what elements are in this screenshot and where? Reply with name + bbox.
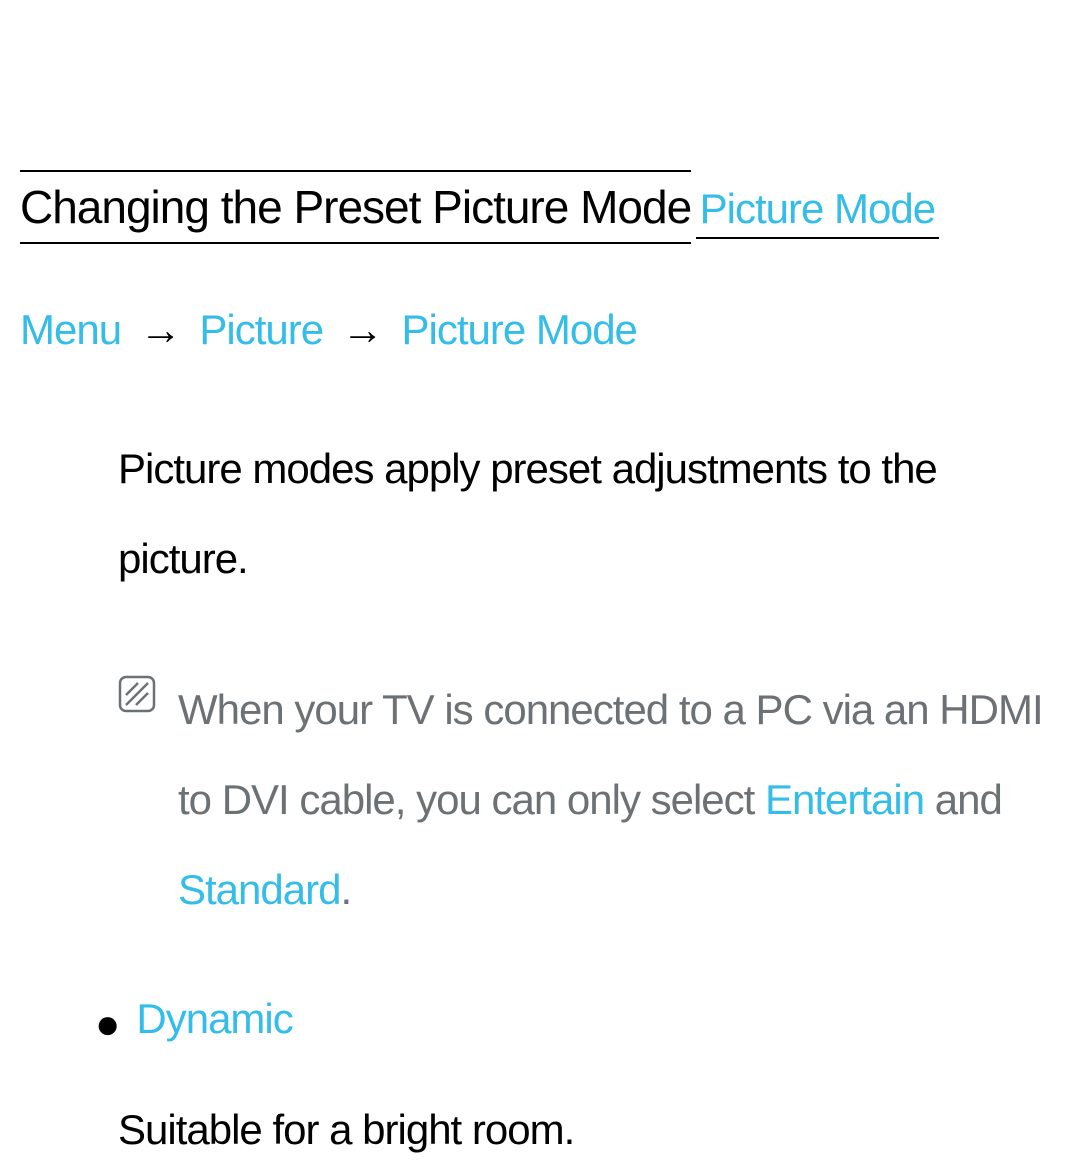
arrow-icon: → — [342, 306, 383, 353]
bullet-icon: ● — [95, 995, 120, 1054]
arrow-icon: → — [140, 306, 181, 353]
note-entertain: Entertain — [765, 776, 924, 823]
list-item: ● Dynamic — [95, 995, 1060, 1054]
note-and: and — [924, 776, 1002, 823]
note-period: . — [340, 866, 351, 913]
body-content: Picture modes apply preset adjustments t… — [118, 424, 1060, 1154]
note-text: When your TV is connected to a PC via an… — [178, 665, 1060, 936]
breadcrumb-picture: Picture — [199, 306, 323, 353]
note-icon — [118, 675, 156, 713]
breadcrumb-menu: Menu — [20, 306, 121, 353]
mode-description: Suitable for a bright room. — [118, 1106, 1060, 1154]
note-block: When your TV is connected to a PC via an… — [118, 665, 1060, 936]
breadcrumb: Menu → Picture → Picture Mode — [20, 306, 1060, 354]
intro-text: Picture modes apply preset adjustments t… — [118, 424, 1060, 605]
note-standard: Standard — [178, 866, 340, 913]
mode-name: Dynamic — [136, 995, 292, 1043]
page-title: Changing the Preset Picture Mode — [20, 170, 691, 244]
breadcrumb-picture-mode: Picture Mode — [401, 306, 636, 353]
section-heading: Picture Mode — [696, 185, 939, 239]
